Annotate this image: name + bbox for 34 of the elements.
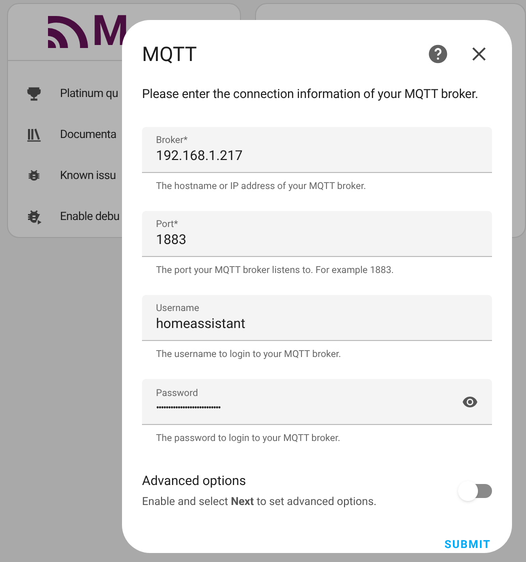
field-label: Username <box>156 302 200 315</box>
helper-text: The password to login to your MQTT broker. <box>155 432 342 446</box>
text-field[interactable]: Port* 1883 <box>142 210 492 257</box>
field-value: homeassistant <box>156 315 246 333</box>
advanced-options-description: Enable and select Next to set advanced options. <box>142 494 378 510</box>
text-field[interactable]: Broker* 192.168.1.217 <box>142 126 492 172</box>
menu-item-label[interactable]: Platinum qu <box>60 84 118 102</box>
bug-icon <box>26 168 42 184</box>
helper-text: The username to login to your MQTT broker. <box>155 348 342 362</box>
text-field[interactable]: Password ••••••••••••••••••••••••••• <box>142 379 492 426</box>
helper-text: The hostname or IP address of your MQTT broker. <box>155 180 367 194</box>
logo-text: M <box>92 11 129 53</box>
books-icon <box>26 126 42 142</box>
helper-text: The port your MQTT broker listens to. For example 1883. <box>155 264 395 278</box>
advanced-options-toggle[interactable] <box>460 484 492 498</box>
bug-play-icon <box>25 208 43 226</box>
dialog-title: MQTT <box>142 40 198 68</box>
field-value: 1883 <box>156 230 188 249</box>
menu-item-label[interactable]: Documenta <box>60 126 116 144</box>
intro-text: Please enter the connection information of your MQTT broker. <box>142 86 480 104</box>
text-field[interactable]: Username homeassistant <box>142 295 492 341</box>
signal-logo-icon <box>48 16 88 48</box>
field-value: ••••••••••••••••••••••••••• <box>156 402 222 416</box>
help-icon[interactable] <box>428 44 448 64</box>
advanced-options-title: Advanced options <box>142 472 247 490</box>
close-icon[interactable] <box>472 46 486 61</box>
menu-item-label[interactable]: Enable debu <box>60 208 120 226</box>
trophy-icon <box>26 86 42 102</box>
field-label: Password <box>156 386 199 400</box>
field-label: Port* <box>156 218 180 231</box>
field-label: Broker* <box>156 134 189 146</box>
field-value: 192.168.1.217 <box>156 146 244 164</box>
eye-icon[interactable] <box>462 396 478 408</box>
menu-item-label[interactable]: Known issu <box>60 166 116 184</box>
